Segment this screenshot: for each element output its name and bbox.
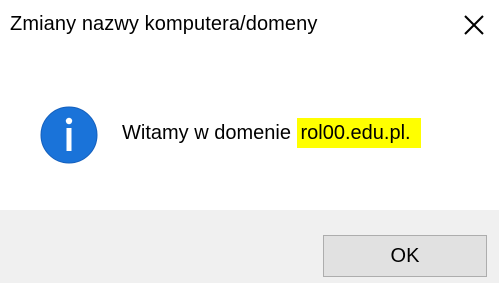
message-text: Witamy w domenie rol00.edu.pl.: [122, 118, 421, 148]
title-bar: Zmiany nazwy komputera/domeny: [0, 0, 499, 50]
message-prefix: Witamy w domenie: [122, 122, 297, 144]
close-icon: [464, 15, 484, 35]
dialog-content: Witamy w domenie rol00.edu.pl.: [0, 50, 499, 210]
dialog-footer: OK: [0, 210, 499, 283]
domain-name-highlight: rol00.edu.pl.: [296, 118, 421, 148]
information-icon: [40, 106, 98, 164]
close-button[interactable]: [449, 0, 499, 50]
ok-button[interactable]: OK: [323, 235, 487, 277]
message-dialog: Zmiany nazwy komputera/domeny Witamy w d…: [0, 0, 499, 283]
window-title: Zmiany nazwy komputera/domeny: [10, 13, 318, 35]
